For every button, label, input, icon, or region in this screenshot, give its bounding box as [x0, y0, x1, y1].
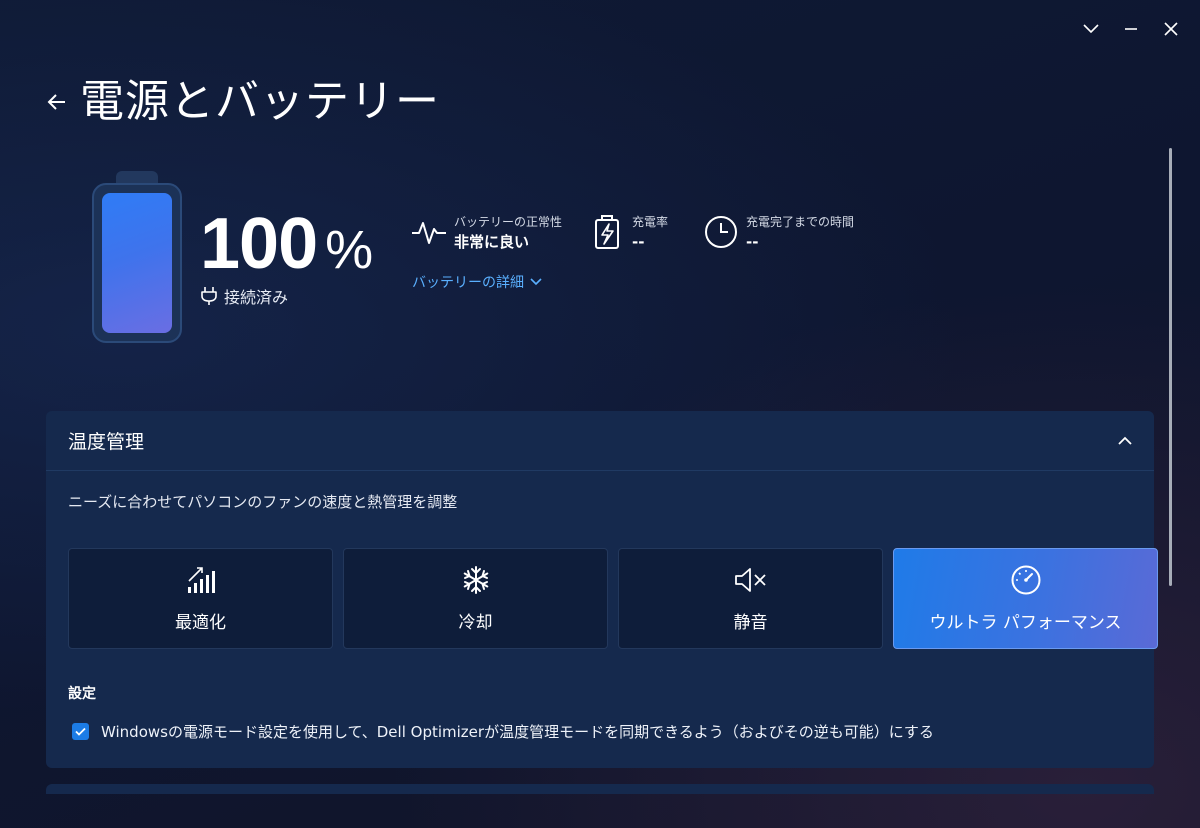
page-title: 電源とバッテリー — [80, 76, 440, 127]
window-controls — [1082, 20, 1180, 38]
plug-icon — [201, 287, 217, 305]
plug-status: 接続済み — [200, 284, 288, 308]
battery-body — [92, 183, 182, 343]
page-header: 電源とバッテリー — [44, 74, 440, 130]
battery-percent-number: 100 — [200, 204, 318, 284]
thermal-panel-title: 温度管理 — [68, 431, 145, 453]
battery-fill — [102, 193, 172, 333]
battery-charging-icon — [588, 213, 626, 251]
battery-graphic — [92, 171, 182, 343]
thermal-panel-header[interactable]: 温度管理 — [46, 411, 1154, 471]
sync-power-mode-checkbox[interactable] — [72, 723, 89, 740]
clock-icon — [702, 213, 740, 251]
back-arrow-icon — [47, 94, 65, 110]
battery-percent-sign: % — [325, 220, 374, 280]
chevron-up-icon — [1118, 436, 1132, 445]
minimize-button[interactable] — [1122, 20, 1140, 38]
mode-quiet-label: 静音 — [733, 613, 768, 633]
battery-health-stat: バッテリーの正常性 非常に良い — [410, 213, 562, 253]
battery-health-label: バッテリーの正常性 — [454, 215, 563, 229]
chevron-down-icon — [530, 278, 542, 286]
mode-cool-button[interactable]: 冷却 — [343, 548, 608, 649]
sync-power-mode-label: Windowsの電源モード設定を使用して、Dell Optimizerが温度管理… — [101, 723, 934, 741]
time-to-full-stat: 充電完了までの時間 -- — [702, 213, 854, 253]
back-button[interactable] — [44, 89, 70, 115]
charge-rate-stat: 充電率 -- — [588, 213, 668, 253]
mode-cool-label: 冷却 — [458, 613, 493, 633]
pulse-icon — [410, 213, 448, 251]
charge-rate-value: -- — [632, 233, 645, 251]
battery-details-label: バッテリーの詳細 — [412, 275, 524, 291]
close-button[interactable] — [1162, 20, 1180, 38]
battery-percent: 100 % — [200, 206, 373, 282]
mode-optimized-button[interactable]: 最適化 — [68, 548, 333, 649]
checkmark-icon — [75, 727, 86, 736]
speaker-mute-icon — [734, 564, 768, 596]
next-panel-edge — [46, 784, 1154, 794]
settings-title: 設定 — [68, 686, 96, 702]
mode-ultra-performance-button[interactable]: ウルトラ パフォーマンス — [893, 548, 1158, 649]
time-to-full-value: -- — [746, 233, 759, 251]
signal-bars-icon — [186, 564, 216, 596]
mode-quiet-button[interactable]: 静音 — [618, 548, 883, 649]
mode-optimized-label: 最適化 — [175, 613, 226, 633]
thermal-description: ニーズに合わせてパソコンのファンの速度と熱管理を調整 — [68, 493, 458, 511]
thermal-modes: 最適化 冷却 静音 ウルトラ パフォーマンス — [68, 548, 1158, 649]
chevron-down-icon[interactable] — [1082, 20, 1100, 38]
battery-health-value: 非常に良い — [454, 233, 530, 251]
charge-rate-label: 充電率 — [632, 215, 669, 229]
plug-status-label: 接続済み — [224, 288, 289, 307]
time-to-full-label: 充電完了までの時間 — [746, 215, 855, 229]
speedometer-icon — [1010, 564, 1042, 596]
sync-power-mode-setting: Windowsの電源モード設定を使用して、Dell Optimizerが温度管理… — [72, 721, 934, 742]
thermal-management-panel: 温度管理 ニーズに合わせてパソコンのファンの速度と熱管理を調整 最適化 冷却 静… — [46, 411, 1158, 768]
battery-details-link[interactable]: バッテリーの詳細 — [412, 272, 542, 292]
vertical-scrollbar[interactable] — [1169, 148, 1172, 586]
mode-ultra-performance-label: ウルトラ パフォーマンス — [929, 613, 1122, 633]
snowflake-icon — [461, 564, 491, 596]
